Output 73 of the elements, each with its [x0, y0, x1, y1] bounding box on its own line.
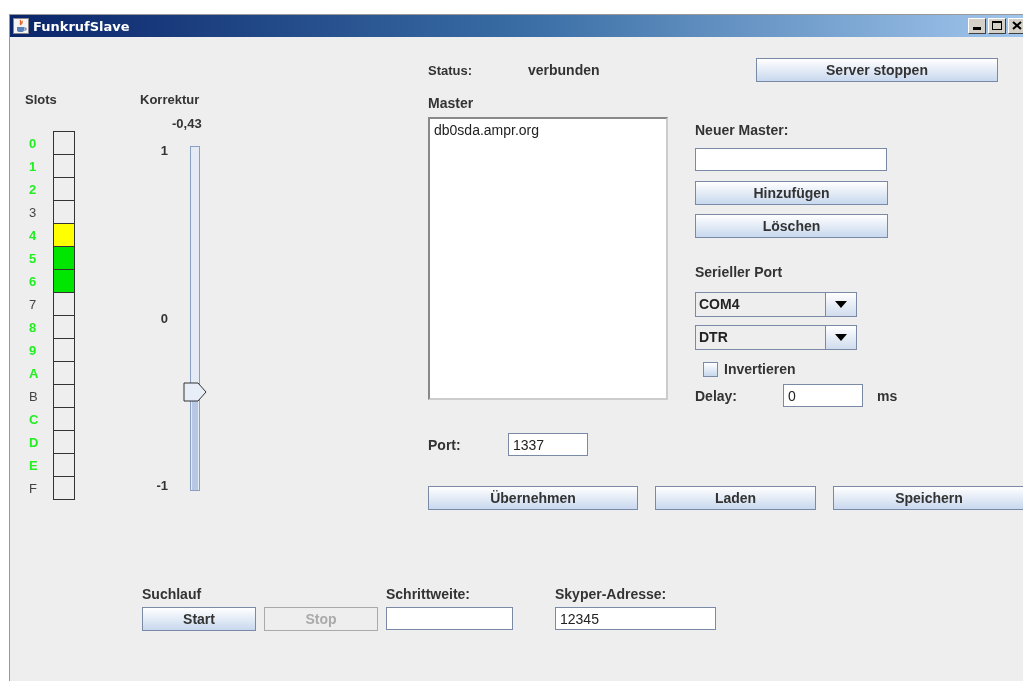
- invert-checkbox[interactable]: [703, 361, 718, 377]
- slot-label: B: [28, 388, 39, 404]
- line-dropdown[interactable]: DTR: [695, 325, 857, 350]
- slot-label: 7: [28, 296, 38, 312]
- slot-label: E: [28, 457, 39, 473]
- slot-indicator: [53, 154, 75, 178]
- master-label: Master: [428, 95, 475, 111]
- slot-indicator: [53, 131, 75, 155]
- scan-label: Suchlauf: [142, 586, 203, 602]
- invert-label: Invertieren: [724, 361, 796, 377]
- action-button[interactable]: Speichern: [833, 486, 1023, 510]
- slot-label: 8: [28, 319, 38, 335]
- stop-server-button[interactable]: Server stoppen: [756, 58, 998, 82]
- slot-indicator: [53, 430, 75, 454]
- close-icon: [1012, 21, 1022, 30]
- maximize-button[interactable]: [988, 18, 1006, 34]
- slot-indicator: [53, 384, 75, 408]
- skyper-address-label: Skyper-Adresse:: [555, 586, 668, 602]
- maximize-icon: [992, 21, 1002, 30]
- tick-label: 1: [160, 143, 168, 158]
- slot-label: 5: [28, 250, 38, 266]
- slot-indicator: [53, 292, 75, 316]
- slot-indicator: [53, 361, 75, 385]
- tick-label: -1: [156, 478, 168, 493]
- step-label: Schrittweite:: [386, 586, 471, 602]
- cup-icon: [13, 18, 29, 34]
- delay-unit: ms: [877, 387, 898, 404]
- slot-indicator: [53, 453, 75, 477]
- slot-label: 3: [28, 204, 38, 220]
- correction-label: Korrektur: [140, 92, 201, 107]
- list-item[interactable]: db0sda.ampr.org: [434, 122, 662, 138]
- action-button[interactable]: Übernehmen: [428, 486, 638, 510]
- new-master-label: Neuer Master:: [695, 122, 789, 138]
- correction-value: -0,43: [172, 116, 203, 131]
- slot-label: 0: [28, 135, 38, 151]
- slot-indicator: [53, 338, 75, 362]
- slot-label: 2: [28, 181, 38, 197]
- list-action-button[interactable]: Hinzufügen: [695, 181, 888, 205]
- slot-label: 6: [28, 273, 38, 289]
- slot-label: D: [28, 434, 40, 450]
- tick-label: 0: [160, 310, 168, 326]
- dropdown-arrow-icon: [835, 301, 847, 308]
- slider-thumb[interactable]: [183, 382, 207, 403]
- serial-port-label: Serieller Port: [695, 264, 783, 280]
- minimize-icon: [973, 27, 981, 30]
- slot-indicator: [53, 315, 75, 339]
- delay-label: Delay:: [695, 387, 739, 404]
- status-label: Status:: [428, 62, 474, 78]
- action-button[interactable]: Laden: [655, 486, 816, 510]
- port-dropdown[interactable]: COM4: [695, 292, 857, 317]
- window-title: FunkrufSlave: [33, 18, 130, 34]
- slot-label: 4: [28, 227, 38, 243]
- port-field[interactable]: 1337: [508, 433, 588, 456]
- skyper-address-field[interactable]: 12345: [555, 607, 716, 630]
- slot-label: C: [28, 411, 40, 427]
- slot-indicator: [53, 177, 75, 201]
- slots-label: Slots: [25, 92, 58, 107]
- start-button[interactable]: Start: [142, 607, 256, 631]
- slot-label: 9: [28, 342, 38, 358]
- list-action-button[interactable]: Löschen: [695, 214, 888, 238]
- slot-indicator: [53, 407, 75, 431]
- delay-field[interactable]: 0: [783, 384, 863, 407]
- slot-indicator: [53, 476, 75, 500]
- slot-label: F: [28, 480, 38, 496]
- dropdown-arrow-icon: [835, 334, 847, 341]
- minimize-button[interactable]: [968, 18, 986, 34]
- step-field[interactable]: [386, 607, 513, 630]
- new-master-field[interactable]: [695, 148, 887, 171]
- slot-label: A: [28, 365, 40, 381]
- close-button[interactable]: [1008, 18, 1023, 34]
- slot-label: 1: [28, 158, 38, 174]
- status-value: verbunden: [528, 62, 601, 78]
- port-label: Port:: [428, 436, 462, 453]
